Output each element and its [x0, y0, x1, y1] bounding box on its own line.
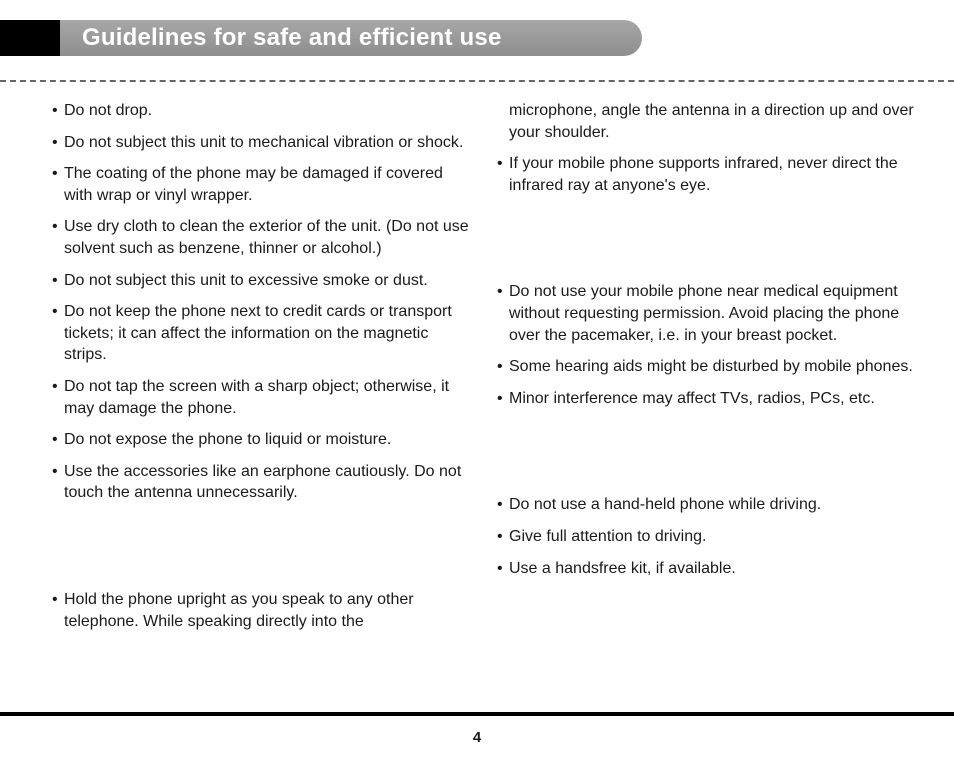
continuation-text: microphone, angle the antenna in a direc… [497, 100, 914, 143]
list-item: Do not subject this unit to excessive sm… [52, 270, 469, 292]
list-item: Do not drop. [52, 100, 469, 122]
header-bar: Guidelines for safe and efficient use [0, 20, 690, 56]
list-item: Use a handsfree kit, if available. [497, 558, 914, 580]
bullet-list: Do not use your mobile phone near medica… [497, 281, 914, 409]
list-item: Do not expose the phone to liquid or moi… [52, 429, 469, 451]
section-spacer [497, 419, 914, 494]
list-item: Do not subject this unit to mechanical v… [52, 132, 469, 154]
section-spacer [52, 514, 469, 589]
list-item: Do not use a hand-held phone while drivi… [497, 494, 914, 516]
body-columns: Do not drop. Do not subject this unit to… [52, 100, 914, 684]
list-item: Give full attention to driving. [497, 526, 914, 548]
page-number: 4 [0, 729, 954, 746]
right-column: microphone, angle the antenna in a direc… [497, 100, 914, 684]
header-accent-block [0, 20, 60, 56]
footer-rule [0, 712, 954, 716]
list-item: Minor interference may affect TVs, radio… [497, 388, 914, 410]
bullet-list: If your mobile phone supports infrared, … [497, 153, 914, 196]
page-title: Guidelines for safe and efficient use [82, 24, 502, 52]
bullet-list: Do not use a hand-held phone while drivi… [497, 494, 914, 579]
list-item: Use the accessories like an earphone cau… [52, 461, 469, 504]
list-item: Use dry cloth to clean the exterior of t… [52, 216, 469, 259]
left-column: Do not drop. Do not subject this unit to… [52, 100, 469, 684]
list-item: Do not use your mobile phone near medica… [497, 281, 914, 346]
list-item: Some hearing aids might be disturbed by … [497, 356, 914, 378]
list-item: The coating of the phone may be damaged … [52, 163, 469, 206]
bullet-list: Hold the phone upright as you speak to a… [52, 589, 469, 632]
header-divider [0, 80, 954, 82]
header-title-pill: Guidelines for safe and efficient use [60, 20, 642, 56]
list-item: Do not tap the screen with a sharp objec… [52, 376, 469, 419]
list-item: Do not keep the phone next to credit car… [52, 301, 469, 366]
document-page: Guidelines for safe and efficient use Do… [0, 0, 954, 764]
section-spacer [497, 206, 914, 281]
bullet-list: Do not drop. Do not subject this unit to… [52, 100, 469, 504]
list-item: Hold the phone upright as you speak to a… [52, 589, 469, 632]
list-item: If your mobile phone supports infrared, … [497, 153, 914, 196]
